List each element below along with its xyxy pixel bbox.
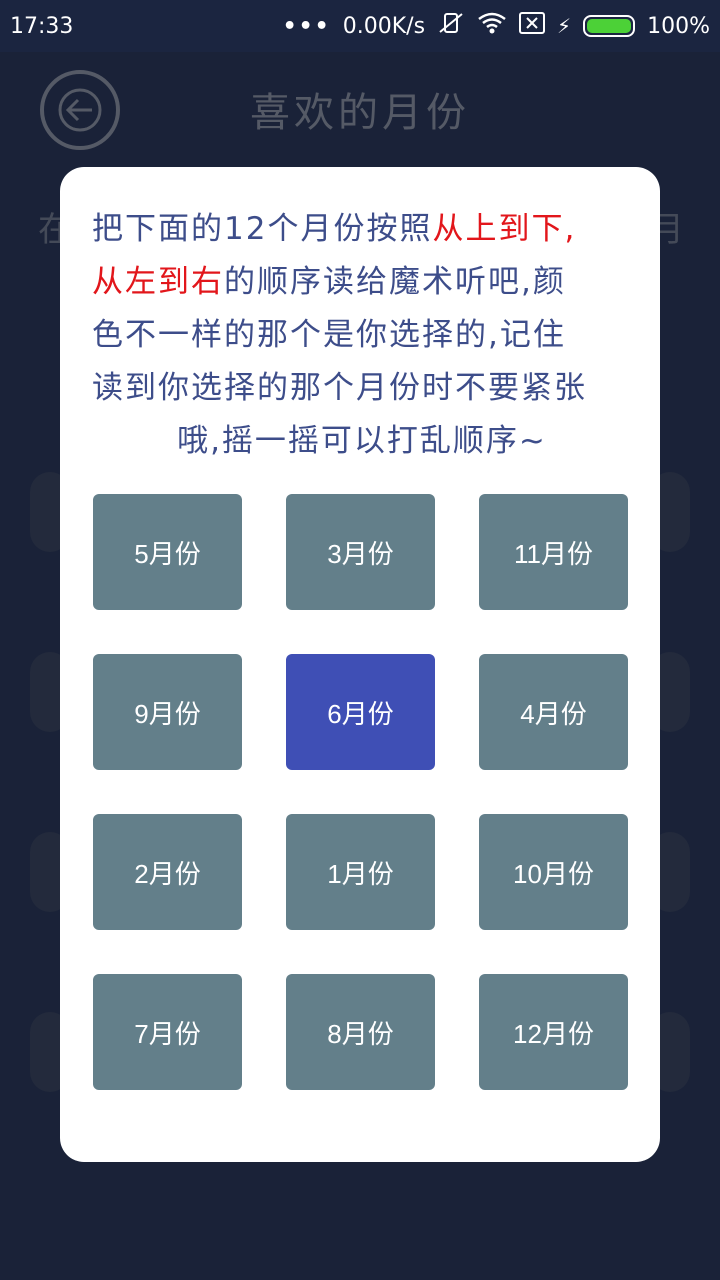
month-button[interactable]: 11月份: [479, 494, 628, 610]
battery-icon: [583, 15, 636, 37]
status-time: 17:33: [10, 13, 74, 39]
month-button[interactable]: 12月份: [479, 974, 628, 1090]
instruction-highlight-left-right: 从左到右: [92, 264, 224, 300]
mute-vibrate-icon: [437, 11, 465, 41]
battery-fill: [587, 19, 632, 33]
battery-percent: 100%: [647, 13, 710, 39]
instruction-line5: 哦,摇一摇可以打乱顺序~: [177, 423, 547, 459]
instruction-line1: 把下面的12个月份按照: [92, 211, 433, 247]
network-speed: 0.00K/s: [342, 13, 426, 39]
page-title: 喜欢的月份: [250, 90, 470, 136]
instruction-line4: 读到你选择的那个月份时不要紧张: [92, 370, 587, 406]
month-button[interactable]: 4月份: [479, 654, 628, 770]
instruction-highlight-top-bottom: 从上到下,: [432, 211, 577, 247]
month-button[interactable]: 1月份: [286, 814, 435, 930]
month-button[interactable]: 9月份: [93, 654, 242, 770]
month-grid: 5月份 3月份 11月份 9月份 6月份 4月份 2月份 1月份 10月份 7月…: [93, 494, 628, 1090]
instruction-line2: 的顺序读给魔术听吧,颜: [224, 264, 566, 300]
wifi-icon: [477, 11, 507, 41]
month-button-selected[interactable]: 6月份: [286, 654, 435, 770]
month-button[interactable]: 8月份: [286, 974, 435, 1090]
charging-bolt-icon: ⚡: [557, 14, 572, 38]
month-button[interactable]: 2月份: [93, 814, 242, 930]
month-dialog: 把下面的12个月份按照从上到下, 从左到右的顺序读给魔术听吧,颜 色不一样的那个…: [60, 167, 660, 1162]
status-icons: ••• 0.00K/s ⚡ 100%: [283, 11, 710, 41]
month-button[interactable]: 3月份: [286, 494, 435, 610]
more-dots-icon: •••: [282, 13, 331, 39]
month-button[interactable]: 5月份: [93, 494, 242, 610]
sim-off-icon: [519, 12, 546, 40]
instruction-line3: 色不一样的那个是你选择的,记住: [92, 317, 566, 353]
month-button[interactable]: 7月份: [93, 974, 242, 1090]
instruction-text: 把下面的12个月份按照从上到下, 从左到右的顺序读给魔术听吧,颜 色不一样的那个…: [92, 203, 632, 468]
status-bar: 17:33 ••• 0.00K/s ⚡ 100%: [0, 0, 720, 52]
month-button[interactable]: 10月份: [479, 814, 628, 930]
